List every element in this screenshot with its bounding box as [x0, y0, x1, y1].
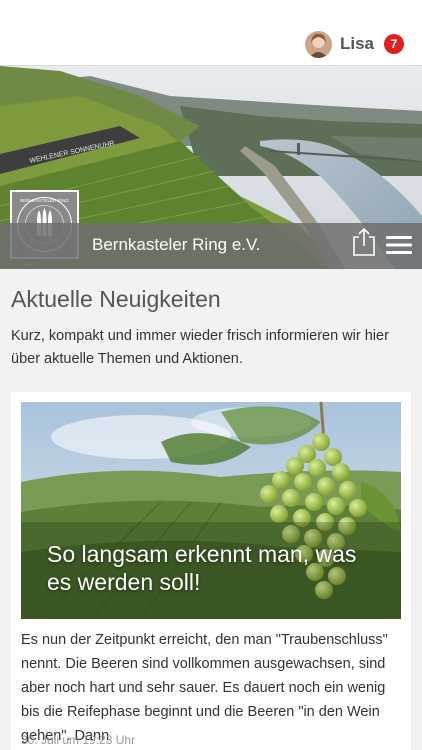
avatar[interactable] — [304, 30, 332, 58]
organization-name: Bernkasteler Ring e.V. — [92, 235, 261, 254]
user-name[interactable]: Lisa — [340, 34, 374, 54]
article-excerpt: Es nun der Zeitpunkt erreicht, den man "… — [21, 632, 388, 744]
page-title: Aktuelle Neuigkeiten — [11, 286, 221, 312]
hero-banner: WEHLENER SONNENUHR BERNKASTELER RING Ber… — [0, 66, 422, 269]
notification-badge[interactable]: 7 — [384, 34, 404, 54]
article-date: 30. Juli um 19:23 Uhr — [21, 733, 136, 747]
news-article-card[interactable]: So langsam erkennt man, was es werden so… — [11, 392, 411, 750]
article-image[interactable]: So langsam erkennt man, was es werden so… — [21, 402, 401, 619]
news-intro-text: Kurz, kompakt und immer wieder frisch in… — [11, 328, 389, 367]
share-icon[interactable] — [351, 227, 377, 257]
logo-lettering: BERNKASTELER RING — [20, 198, 69, 203]
hamburger-menu-icon[interactable] — [386, 234, 412, 256]
user-profile[interactable]: Lisa 7 — [304, 29, 404, 59]
top-bar: Lisa 7 — [0, 0, 422, 66]
article-headline[interactable]: So langsam erkennt man, was es werden so… — [47, 540, 387, 596]
organization-bar: Bernkasteler Ring e.V. — [0, 223, 422, 269]
